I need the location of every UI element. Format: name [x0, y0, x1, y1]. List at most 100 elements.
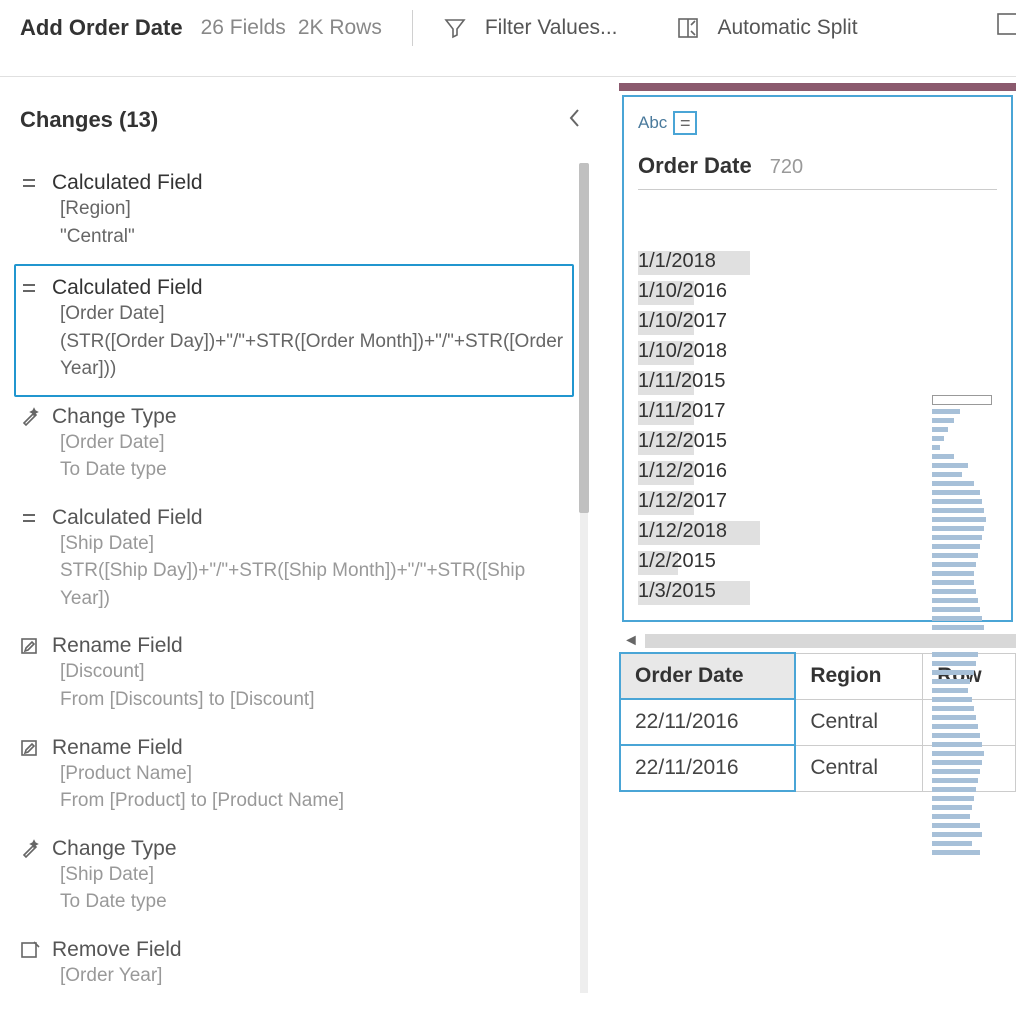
- change-detail-field: [Order Year]: [60, 962, 574, 990]
- change-item[interactable]: Remove Field[Order Year]: [20, 930, 574, 1004]
- histogram-bar[interactable]: [932, 535, 982, 540]
- histogram-bar[interactable]: [932, 562, 976, 567]
- profile-field-name[interactable]: Order Date: [638, 153, 752, 179]
- histogram-bar[interactable]: [932, 760, 982, 765]
- histogram-bar[interactable]: [932, 544, 980, 549]
- histogram-bar[interactable]: [932, 454, 954, 459]
- more-panel-icon[interactable]: [996, 10, 1016, 43]
- histogram-bar[interactable]: [932, 571, 974, 576]
- histogram-bar[interactable]: [932, 418, 954, 423]
- change-item[interactable]: Change Type[Ship Date]To Date type: [20, 829, 574, 930]
- histogram-bar[interactable]: [932, 490, 980, 495]
- page-title: Add Order Date: [20, 15, 183, 41]
- histogram-bar[interactable]: [932, 697, 972, 702]
- histogram-bar[interactable]: [932, 395, 992, 405]
- histogram-bar[interactable]: [932, 499, 982, 504]
- change-detail-desc: From [Discounts] to [Discount]: [60, 686, 574, 714]
- change-title: Change Type: [52, 405, 177, 429]
- histogram-bar[interactable]: [932, 805, 972, 810]
- histogram-bar[interactable]: [932, 517, 986, 522]
- histogram-bar[interactable]: [932, 661, 976, 666]
- pencil-icon: [20, 738, 52, 758]
- change-item[interactable]: Calculated Field[Region]"Central": [20, 163, 574, 264]
- histogram-bar[interactable]: [932, 427, 948, 432]
- histogram-bar[interactable]: [932, 598, 978, 603]
- change-title: Remove Field: [52, 938, 182, 962]
- rows-count-label: 2K Rows: [298, 16, 382, 40]
- histogram-bar[interactable]: [932, 463, 968, 468]
- histogram-bar[interactable]: [932, 787, 976, 792]
- histogram-bar[interactable]: [932, 409, 960, 414]
- change-detail-desc: "Central": [60, 223, 574, 251]
- split-icon: [676, 16, 700, 40]
- collapse-changes-button[interactable]: [568, 108, 582, 133]
- histogram-bar[interactable]: [932, 715, 976, 720]
- histogram-bar[interactable]: [932, 832, 982, 837]
- calculated-indicator-icon[interactable]: =: [673, 111, 697, 135]
- table-cell[interactable]: 22/11/2016: [620, 699, 795, 745]
- horizontal-scrollbar[interactable]: ◄: [619, 632, 1016, 650]
- change-detail-field: [Ship Date]: [60, 530, 574, 558]
- value-row[interactable]: 1/10/2017: [638, 310, 997, 333]
- histogram-bar[interactable]: [932, 733, 980, 738]
- histogram-bar[interactable]: [932, 751, 984, 756]
- scrollbar-thumb[interactable]: [579, 163, 589, 513]
- column-header[interactable]: Order Date: [620, 653, 795, 699]
- histogram-bar[interactable]: [932, 688, 968, 693]
- value-row[interactable]: 1/10/2018: [638, 340, 997, 363]
- histogram-bar[interactable]: [932, 616, 982, 621]
- histogram-bar[interactable]: [932, 445, 940, 450]
- histogram-bar[interactable]: [932, 841, 972, 846]
- change-detail-field: [Region]: [60, 195, 574, 223]
- histogram-bar[interactable]: [932, 769, 980, 774]
- histogram-bar[interactable]: [932, 796, 974, 801]
- histogram-bar[interactable]: [932, 607, 980, 612]
- histogram-bar[interactable]: [932, 778, 978, 783]
- histogram-bar[interactable]: [932, 580, 974, 585]
- change-detail-field: [Order Date]: [60, 300, 566, 328]
- automatic-split-button[interactable]: Automatic Split: [676, 16, 858, 40]
- change-item[interactable]: Rename Field[Discount]From [Discounts] t…: [20, 626, 574, 727]
- change-item[interactable]: Change Type[Order Date]To Date type: [20, 397, 574, 498]
- histogram-bar[interactable]: [932, 481, 974, 486]
- change-title: Calculated Field: [52, 171, 203, 195]
- change-item[interactable]: Calculated Field[Ship Date]STR([Ship Day…: [20, 498, 574, 627]
- change-item[interactable]: Calculated Field[Order Date](STR([Order …: [14, 264, 574, 397]
- histogram-bar[interactable]: [932, 652, 978, 657]
- hscroll-track[interactable]: [645, 634, 1016, 648]
- histogram-bar[interactable]: [932, 553, 978, 558]
- histogram-bar[interactable]: [932, 508, 984, 513]
- histogram-bar[interactable]: [932, 670, 974, 675]
- histogram-bar[interactable]: [932, 679, 970, 684]
- histogram-bar[interactable]: [932, 814, 970, 819]
- value-row[interactable]: 1/10/2016: [638, 280, 997, 303]
- table-cell[interactable]: 22/11/2016: [620, 745, 795, 791]
- filter-values-label: Filter Values...: [485, 16, 618, 40]
- change-title: Calculated Field: [52, 506, 203, 530]
- change-item[interactable]: Rename Field[Product Name]From [Product]…: [20, 728, 574, 829]
- change-detail-field: [Product Name]: [60, 760, 574, 788]
- value-text: 1/12/2016: [638, 460, 727, 483]
- histogram: [932, 395, 996, 859]
- histogram-bar[interactable]: [932, 472, 962, 477]
- column-header[interactable]: Region: [795, 653, 922, 699]
- value-text: 1/3/2015: [638, 580, 716, 603]
- histogram-bar[interactable]: [932, 724, 978, 729]
- histogram-bar[interactable]: [932, 436, 944, 441]
- histogram-bar[interactable]: [932, 742, 982, 747]
- filter-values-button[interactable]: Filter Values...: [443, 16, 618, 40]
- table-cell[interactable]: Central: [795, 745, 922, 791]
- change-title: Rename Field: [52, 634, 183, 658]
- table-cell[interactable]: Central: [795, 699, 922, 745]
- histogram-bar[interactable]: [932, 850, 980, 855]
- scroll-left-arrow-icon[interactable]: ◄: [623, 632, 639, 650]
- histogram-bar[interactable]: [932, 625, 984, 630]
- histogram-bar[interactable]: [932, 589, 976, 594]
- value-row[interactable]: 1/11/2015: [638, 370, 997, 393]
- histogram-bar[interactable]: [932, 823, 980, 828]
- change-detail-field: [Ship Date]: [60, 861, 574, 889]
- change-detail-field: [Order Date]: [60, 429, 574, 457]
- histogram-bar[interactable]: [932, 526, 984, 531]
- value-row[interactable]: 1/1/2018: [638, 250, 997, 273]
- histogram-bar[interactable]: [932, 706, 974, 711]
